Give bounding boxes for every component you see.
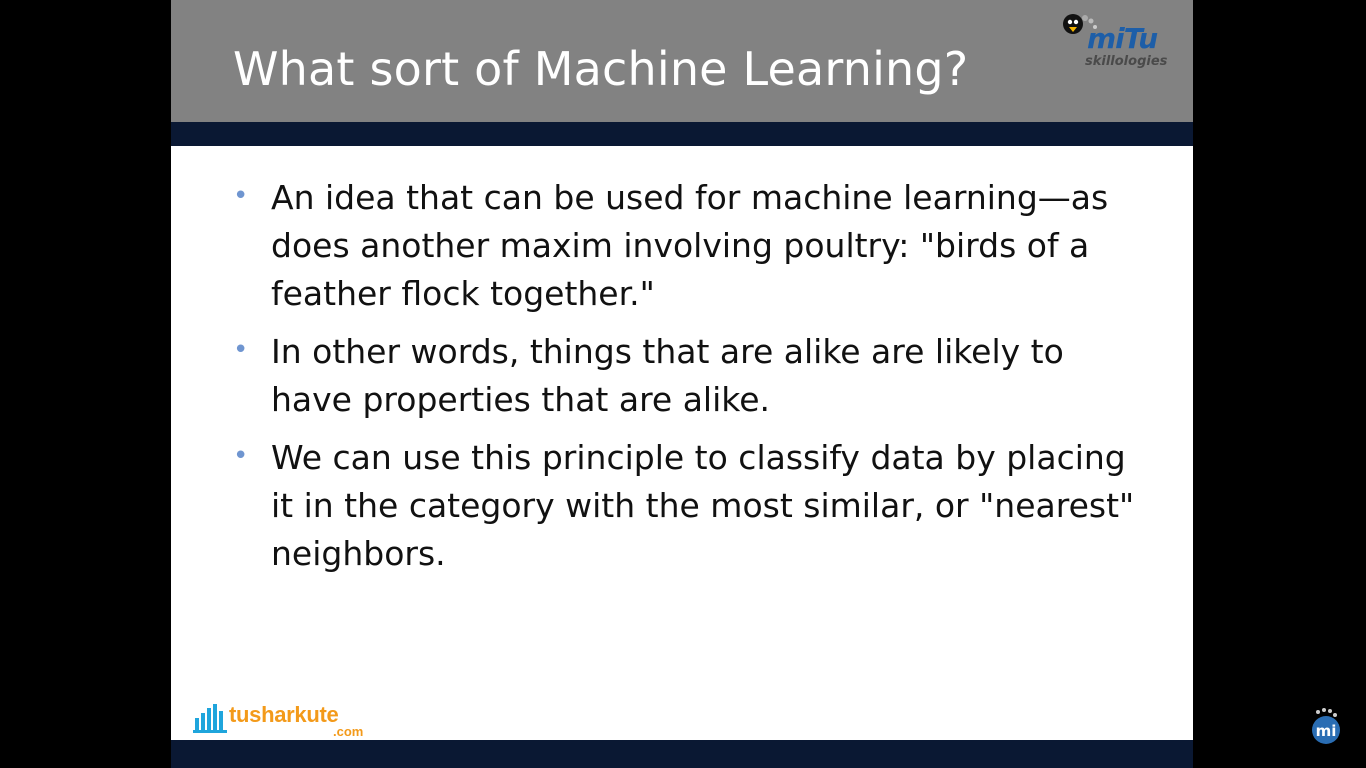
slide: What sort of Machine Learning? miTu skil… [171,0,1193,768]
title-bar: What sort of Machine Learning? miTu skil… [171,0,1193,122]
bullet-dot: • [233,335,249,365]
mi-badge: mi [1308,706,1344,746]
bullet-text: We can use this principle to classify da… [271,438,1135,573]
bottom-band [171,740,1193,768]
bullet-dot: • [233,441,249,471]
mi-badge-icon: mi [1312,708,1340,744]
bullet-text: An idea that can be used for machine lea… [271,178,1109,313]
slide-title: What sort of Machine Learning? [233,42,969,96]
bullet-item: • We can use this principle to classify … [233,434,1153,578]
top-band [171,122,1193,146]
bullet-text: In other words, things that are alike ar… [271,332,1064,419]
bullet-item: • An idea that can be used for machine l… [233,174,1153,318]
svg-text:mi: mi [1316,722,1337,740]
bullet-dot: • [233,181,249,211]
bar-chart-icon [193,704,227,733]
bullet-item: • In other words, things that are alike … [233,328,1153,424]
tusharkute-logo: tusharkute .com [193,700,393,740]
bullet-list: • An idea that can be used for machine l… [233,174,1153,588]
tusharkute-name: tusharkute [229,702,339,727]
tusharkute-domain: .com [333,724,364,739]
mitu-brand-text: miTu [1087,22,1158,55]
mitu-tagline: skillologies [1085,54,1168,69]
mitu-logo: miTu skillologies [1059,12,1177,76]
